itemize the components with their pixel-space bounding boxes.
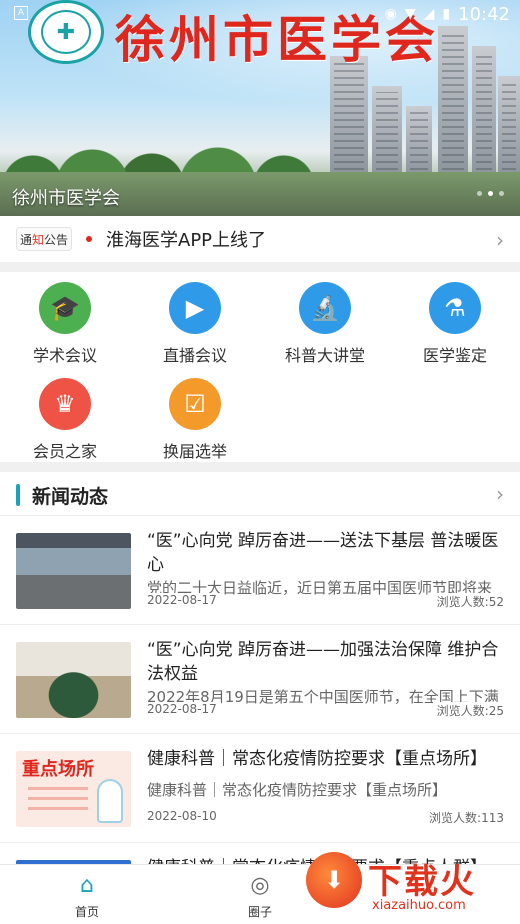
signal-icon: ◢	[423, 6, 435, 22]
grid-item-medical-appraisal[interactable]: ⚗ 医学鉴定	[390, 272, 520, 366]
notice-badge: 通知公告	[16, 227, 72, 251]
section-divider	[0, 262, 520, 272]
banner-caption: 徐州市医学会	[12, 188, 120, 209]
news-item-title: “医”心向党 踔厉奋进——送法下基层 普法暖医心	[147, 531, 499, 575]
carousel-dot[interactable]	[499, 191, 504, 196]
banner-building	[472, 46, 496, 176]
site-watermark: ⬇ 下载火 xiazaihuo.com	[300, 846, 520, 924]
download-logo-icon: ⬇	[306, 852, 362, 908]
flask-icon: ⚗	[429, 282, 481, 334]
news-item-title: “医”心向党 踔厉奋进——加强法治保障 维护合法权益	[147, 640, 499, 684]
news-item-views: 浏览人数:52	[432, 593, 504, 610]
banner-building	[438, 26, 468, 176]
banner-building	[406, 106, 432, 176]
tab-circle[interactable]: ◎ 圈子	[220, 873, 300, 920]
thumbnail-text: 重点场所	[22, 759, 94, 780]
watermark-url: xiazaihuo.com	[372, 898, 466, 913]
news-item[interactable]: “医”心向党 踔厉奋进——加强法治保障 维护合法权益 2022年8月19日是第五…	[0, 626, 520, 734]
tab-home[interactable]: ⌂ 首页	[47, 873, 127, 920]
graduation-cap-icon: 🎓	[39, 282, 91, 334]
doctor-figure-icon	[97, 779, 123, 823]
tv-play-icon: ▶	[169, 282, 221, 334]
status-time: 10:42	[458, 3, 510, 25]
news-item-title: 健康科普｜常态化疫情防控要求【重点场所】	[147, 749, 487, 769]
banner-building	[330, 56, 368, 176]
news-section-header[interactable]: 新闻动态 ›	[0, 472, 520, 516]
news-item-summary: 健康科普｜常态化疫情防控要求【重点场所】	[147, 781, 448, 799]
app-screen: ✚ 徐州市医学会 徐州市医学会 ◉ ▼ ◢ ▮ 10:42 A 通知公告 淮海医…	[0, 0, 520, 924]
thumbnail-line	[28, 787, 88, 790]
news-item-views: 浏览人数:113	[425, 809, 504, 826]
wifi-icon: ▼	[404, 6, 416, 22]
microscope-icon: 🔬	[299, 282, 351, 334]
grid-item-science-lecture[interactable]: 🔬 科普大讲堂	[260, 272, 390, 366]
home-icon: ⌂	[80, 873, 94, 898]
status-bar: ◉ ▼ ◢ ▮ 10:42	[0, 0, 520, 28]
news-item-date: 2022-08-17	[147, 702, 221, 716]
ballot-box-icon: ☑	[169, 378, 221, 430]
carousel-dot[interactable]	[477, 191, 482, 196]
news-item[interactable]: “医”心向党 踔厉奋进——送法下基层 普法暖医心 党的二十大日益临近，近日第五届…	[0, 517, 520, 625]
notification-a-icon: A	[14, 6, 28, 20]
grid-item-election[interactable]: ☑ 换届选举	[130, 368, 260, 462]
news-thumbnail	[16, 533, 131, 609]
notice-bar[interactable]: 通知公告 淮海医学APP上线了 ›	[0, 216, 520, 262]
banner-building	[372, 86, 402, 176]
notice-bullet	[86, 236, 92, 242]
compass-icon: ◎	[250, 873, 270, 898]
news-item-views: 浏览人数:25	[432, 702, 504, 719]
chevron-right-icon[interactable]: ›	[496, 482, 504, 506]
notice-text[interactable]: 淮海医学APP上线了	[106, 226, 266, 252]
news-thumbnail	[16, 642, 131, 718]
watermark-text: 下载火	[368, 862, 476, 902]
news-section-title: 新闻动态	[32, 486, 109, 508]
function-grid: 🎓 学术会议 ▶ 直播会议 🔬 科普大讲堂 ⚗ 医学鉴定 ♛ 会员之家 ☑ 换届…	[0, 272, 520, 462]
thumbnail-line	[28, 797, 88, 800]
grid-item-academic-meeting[interactable]: 🎓 学术会议	[0, 272, 130, 366]
news-thumbnail: 重点场所	[16, 751, 131, 827]
news-item[interactable]: 重点场所 健康科普｜常态化疫情防控要求【重点场所】 健康科普｜常态化疫情防控要求…	[0, 735, 520, 843]
thumbnail-line	[28, 807, 88, 810]
grid-item-live-meeting[interactable]: ▶ 直播会议	[130, 272, 260, 366]
news-item-date: 2022-08-10	[147, 809, 221, 823]
battery-icon: ▮	[442, 6, 451, 22]
grid-item-member-home[interactable]: ♛ 会员之家	[0, 368, 130, 462]
carousel-dots	[477, 191, 504, 196]
crown-icon: ♛	[39, 378, 91, 430]
banner-carousel[interactable]: ✚ 徐州市医学会 徐州市医学会 ◉ ▼ ◢ ▮ 10:42 A	[0, 0, 520, 216]
news-item-date: 2022-08-17	[147, 593, 221, 607]
location-icon: ◉	[384, 6, 397, 22]
section-divider	[0, 462, 520, 472]
carousel-dot[interactable]	[488, 191, 493, 196]
section-accent-bar	[16, 484, 20, 506]
chevron-right-icon[interactable]: ›	[496, 228, 504, 252]
banner-building	[498, 76, 520, 176]
